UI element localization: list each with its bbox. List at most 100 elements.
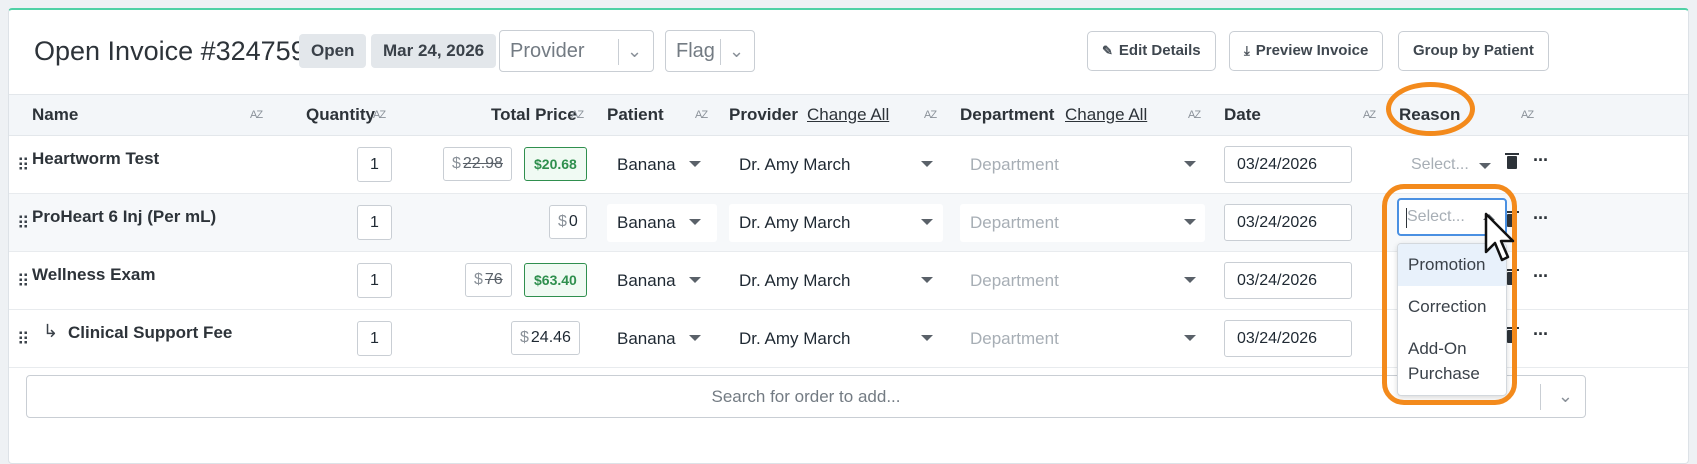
- more-icon[interactable]: ···: [1533, 266, 1549, 287]
- caret-down-icon: [1184, 219, 1196, 225]
- original-price: 22.98: [462, 155, 503, 172]
- column-name[interactable]: Name: [32, 105, 78, 125]
- provider-value: Dr. Amy March: [739, 213, 851, 232]
- quantity-input[interactable]: 1: [357, 205, 392, 240]
- drag-handle-icon[interactable]: ⠿: [17, 330, 30, 350]
- department-select[interactable]: Department: [960, 262, 1205, 300]
- date-input[interactable]: 03/24/2026: [1224, 146, 1352, 183]
- patient-select[interactable]: Banana: [607, 320, 717, 358]
- more-icon[interactable]: ···: [1533, 324, 1549, 345]
- patient-select[interactable]: Banana: [607, 146, 717, 184]
- preview-invoice-button[interactable]: ⤓ Preview Invoice: [1229, 31, 1384, 71]
- department-change-all-link[interactable]: Change All: [1065, 105, 1147, 125]
- sub-item-arrow-icon: ↳: [43, 321, 59, 341]
- currency-symbol: $: [474, 271, 483, 288]
- department-select[interactable]: Department: [960, 146, 1205, 184]
- provider-row-select[interactable]: Dr. Amy March: [729, 146, 943, 184]
- select-divider: [1540, 384, 1541, 410]
- department-select[interactable]: Department: [960, 320, 1205, 358]
- quantity-input[interactable]: 1: [357, 263, 392, 298]
- currency-symbol: $: [520, 329, 529, 346]
- date-input[interactable]: 03/24/2026: [1224, 320, 1352, 357]
- column-department[interactable]: Department: [960, 105, 1054, 125]
- price-value: 0: [568, 213, 578, 230]
- edit-details-button[interactable]: ✎ Edit Details: [1087, 31, 1216, 71]
- caret-down-icon: [689, 219, 701, 225]
- patient-select[interactable]: Banana: [607, 204, 717, 242]
- price-input[interactable]: $76: [465, 263, 512, 297]
- sort-az-icon[interactable]: AZ: [373, 109, 386, 121]
- preview-invoice-label: Preview Invoice: [1255, 42, 1369, 59]
- provider-row-select[interactable]: Dr. Amy March: [729, 262, 943, 300]
- caret-down-icon: [921, 335, 933, 341]
- provider-row-select[interactable]: Dr. Amy March: [729, 204, 943, 242]
- date-input[interactable]: 03/24/2026: [1224, 262, 1352, 299]
- department-placeholder: Department: [970, 213, 1059, 232]
- sort-az-icon[interactable]: AZ: [924, 109, 937, 121]
- column-date[interactable]: Date: [1224, 105, 1261, 125]
- pencil-icon: ✎: [1102, 43, 1113, 58]
- caret-down-icon: [921, 219, 933, 225]
- chevron-down-icon: ⌄: [1557, 386, 1573, 406]
- sort-az-icon[interactable]: AZ: [1188, 109, 1201, 121]
- patient-select[interactable]: Banana: [607, 262, 717, 300]
- sort-az-icon[interactable]: AZ: [250, 109, 263, 121]
- price-input[interactable]: $0: [549, 205, 587, 239]
- provider-value: Dr. Amy March: [739, 155, 851, 174]
- quantity-input[interactable]: 1: [357, 147, 392, 182]
- drag-handle-icon[interactable]: ⠿: [17, 214, 30, 234]
- column-patient[interactable]: Patient: [607, 105, 664, 125]
- item-name: Clinical Support Fee: [68, 323, 233, 342]
- department-select[interactable]: Department: [960, 204, 1205, 242]
- price-input[interactable]: $24.46: [511, 321, 580, 355]
- date-input[interactable]: 03/24/2026: [1224, 204, 1352, 241]
- provider-change-all-link[interactable]: Change All: [807, 105, 889, 125]
- currency-symbol: $: [452, 155, 461, 172]
- reason-header-highlight: [1386, 82, 1475, 136]
- sort-az-icon[interactable]: AZ: [1363, 109, 1376, 121]
- column-quantity[interactable]: Quantity: [306, 105, 375, 125]
- drag-handle-icon[interactable]: ⠿: [17, 272, 30, 292]
- status-badge: Open: [299, 34, 367, 68]
- drag-handle-icon[interactable]: ⠿: [17, 156, 30, 176]
- caret-down-icon: [1184, 335, 1196, 341]
- group-by-patient-button[interactable]: Group by Patient: [1398, 31, 1549, 71]
- provider-select[interactable]: Provider ⌄: [499, 30, 654, 72]
- caret-down-icon: [689, 161, 701, 167]
- more-icon[interactable]: ···: [1533, 150, 1549, 171]
- order-search-input[interactable]: Search for order to add... ⌄: [26, 375, 1586, 418]
- edit-details-label: Edit Details: [1118, 42, 1201, 59]
- patient-value: Banana: [617, 155, 676, 174]
- department-placeholder: Department: [970, 155, 1059, 174]
- original-price: 76: [484, 271, 503, 288]
- caret-down-icon: [921, 161, 933, 167]
- provider-select-placeholder: Provider: [510, 40, 585, 62]
- department-placeholder: Department: [970, 271, 1059, 290]
- sort-az-icon[interactable]: AZ: [571, 109, 584, 121]
- mouse-pointer-icon: [1484, 212, 1515, 262]
- sort-az-icon[interactable]: AZ: [695, 109, 708, 121]
- provider-row-select[interactable]: Dr. Amy March: [729, 320, 943, 358]
- price-input[interactable]: $22.98: [443, 147, 512, 181]
- quantity-input[interactable]: 1: [357, 321, 392, 356]
- column-provider[interactable]: Provider: [729, 105, 798, 125]
- select-divider: [618, 39, 619, 65]
- item-name: Heartworm Test: [32, 149, 160, 168]
- caret-down-icon: [689, 335, 701, 341]
- item-name: ProHeart 6 Inj (Per mL): [32, 207, 217, 226]
- reason-select[interactable]: Select...: [1405, 146, 1495, 184]
- sort-az-icon[interactable]: AZ: [1521, 109, 1534, 121]
- more-icon[interactable]: ···: [1533, 208, 1549, 229]
- column-total-price[interactable]: Total Price: [491, 105, 577, 125]
- patient-value: Banana: [617, 329, 676, 348]
- trash-icon[interactable]: [1505, 153, 1519, 169]
- chevron-down-icon: ⌄: [627, 41, 643, 61]
- page-title: Open Invoice #3247599: [34, 36, 321, 66]
- currency-symbol: $: [558, 213, 567, 230]
- patient-value: Banana: [617, 213, 676, 232]
- flag-select[interactable]: Flag ⌄: [665, 30, 755, 72]
- provider-value: Dr. Amy March: [739, 271, 851, 290]
- date-badge: Mar 24, 2026: [371, 34, 497, 68]
- department-placeholder: Department: [970, 329, 1059, 348]
- chevron-down-icon: ⌄: [729, 41, 745, 61]
